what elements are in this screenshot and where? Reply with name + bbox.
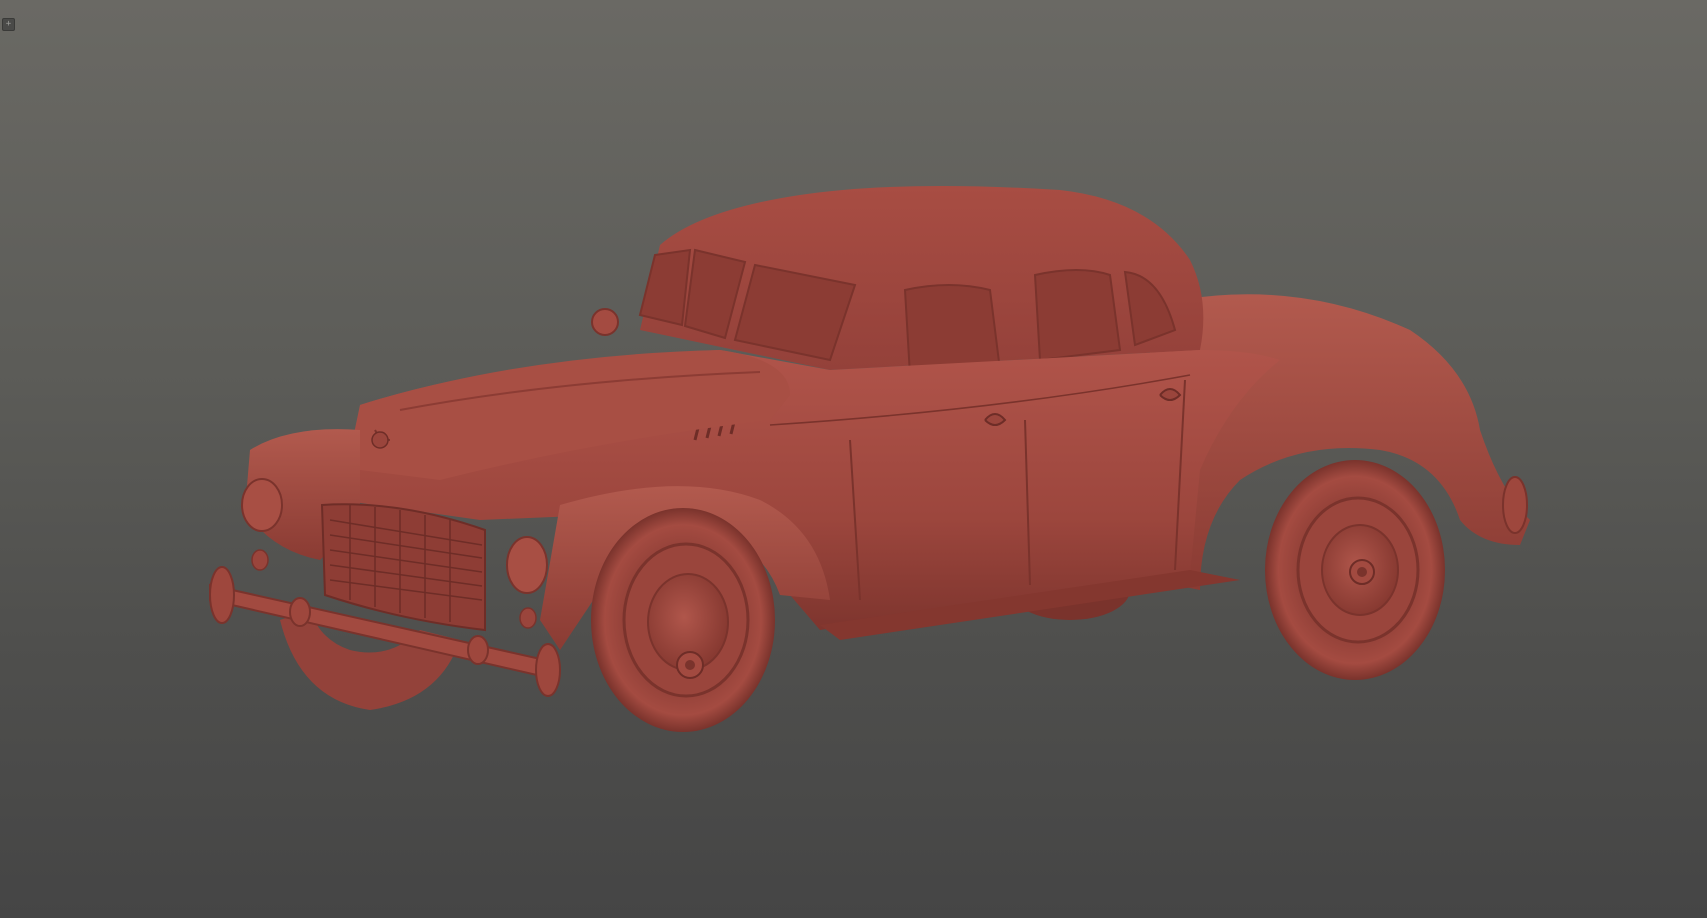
grille [320,503,486,632]
3d-viewport[interactable]: + [0,0,1707,918]
car-model[interactable] [0,0,1707,918]
hood-emblem [371,431,389,449]
rear-wheel [1265,460,1445,680]
front-wheel [591,508,775,732]
rear-bumper [1502,476,1528,534]
